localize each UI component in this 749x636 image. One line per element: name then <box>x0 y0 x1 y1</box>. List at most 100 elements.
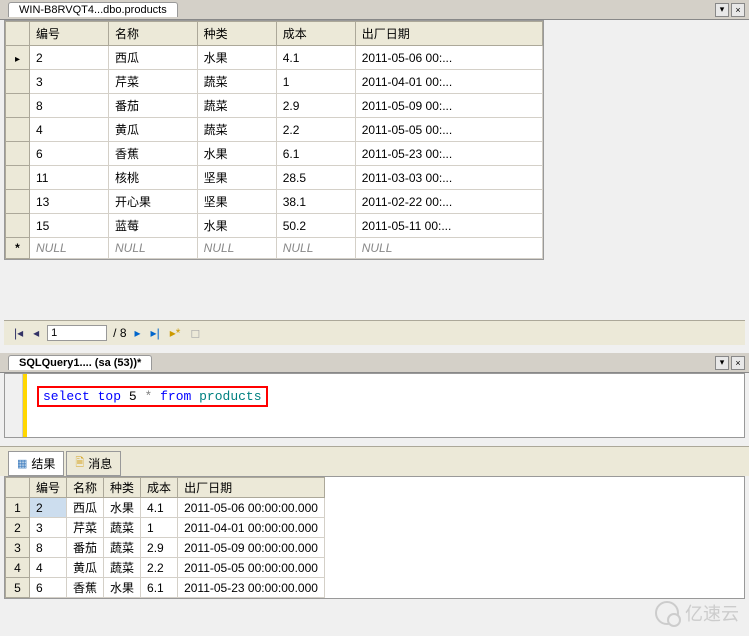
cell[interactable]: 水果 <box>104 498 141 518</box>
cell[interactable]: 28.5 <box>276 166 355 190</box>
table-row[interactable]: 56香蕉水果6.12011-05-23 00:00:00.000 <box>6 578 325 598</box>
cell[interactable]: 4 <box>30 118 109 142</box>
row-number[interactable]: 1 <box>6 498 30 518</box>
results-grid[interactable]: 编号 名称 种类 成本 出厂日期 12西瓜水果4.12011-05-06 00:… <box>4 476 745 599</box>
cell[interactable]: 2011-05-06 00:... <box>355 46 542 70</box>
new-row-selector[interactable] <box>6 238 30 259</box>
col-type[interactable]: 种类 <box>197 22 276 46</box>
sql-statement[interactable]: select top 5 * from products <box>37 386 268 407</box>
cell[interactable]: 6 <box>30 142 109 166</box>
cell[interactable]: 2011-05-05 00:... <box>355 118 542 142</box>
cell[interactable]: 2011-05-11 00:... <box>355 214 542 238</box>
rcol-date[interactable]: 出厂日期 <box>178 478 325 498</box>
nav-next-icon[interactable]: ▸ <box>133 326 143 340</box>
cell[interactable]: 开心果 <box>109 190 198 214</box>
table-row[interactable]: 13开心果坚果38.12011-02-22 00:... <box>6 190 543 214</box>
cell[interactable]: 蔬菜 <box>104 518 141 538</box>
cell[interactable]: 水果 <box>197 46 276 70</box>
cell[interactable]: 2 <box>30 46 109 70</box>
cell[interactable]: NULL <box>276 238 355 259</box>
table-row[interactable]: 44黄瓜蔬菜2.22011-05-05 00:00:00.000 <box>6 558 325 578</box>
cell[interactable]: 2011-05-23 00:... <box>355 142 542 166</box>
rcol-name[interactable]: 名称 <box>67 478 104 498</box>
nav-position-input[interactable] <box>47 325 107 341</box>
sql-editor[interactable]: select top 5 * from products <box>4 373 745 438</box>
cell[interactable]: 15 <box>30 214 109 238</box>
cell[interactable]: 2011-05-06 00:00:00.000 <box>178 498 325 518</box>
table-row[interactable]: 4黄瓜蔬菜2.22011-05-05 00:... <box>6 118 543 142</box>
cell[interactable]: 13 <box>30 190 109 214</box>
cell[interactable]: 香蕉 <box>109 142 198 166</box>
nav-new-icon[interactable]: ▸* <box>168 326 183 340</box>
col-name[interactable]: 名称 <box>109 22 198 46</box>
cell[interactable]: NULL <box>355 238 542 259</box>
nav-last-icon[interactable]: ▸| <box>149 326 162 340</box>
cell[interactable]: 2.9 <box>141 538 178 558</box>
cell[interactable]: 2011-04-01 00:... <box>355 70 542 94</box>
cell[interactable]: 1 <box>276 70 355 94</box>
rcol-cost[interactable]: 成本 <box>141 478 178 498</box>
cell[interactable]: 2.2 <box>141 558 178 578</box>
cell[interactable]: 番茄 <box>67 538 104 558</box>
cell[interactable]: 坚果 <box>197 166 276 190</box>
cell[interactable]: 西瓜 <box>67 498 104 518</box>
cell[interactable]: 蓝莓 <box>109 214 198 238</box>
cell[interactable]: NULL <box>197 238 276 259</box>
cell[interactable]: 3 <box>30 70 109 94</box>
cell[interactable]: 2.9 <box>276 94 355 118</box>
cell[interactable]: 芹菜 <box>109 70 198 94</box>
cell[interactable]: 番茄 <box>109 94 198 118</box>
table-row[interactable]: 11核桃坚果28.52011-03-03 00:... <box>6 166 543 190</box>
cell[interactable]: 芹菜 <box>67 518 104 538</box>
cell[interactable]: 8 <box>30 538 67 558</box>
rcol-type[interactable]: 种类 <box>104 478 141 498</box>
tab-messages[interactable]: 🗎 消息 <box>66 451 121 476</box>
row-number[interactable]: 5 <box>6 578 30 598</box>
cell[interactable]: 核桃 <box>109 166 198 190</box>
cell[interactable]: 6 <box>30 578 67 598</box>
cell[interactable]: 6.1 <box>141 578 178 598</box>
cell[interactable]: 2 <box>30 498 67 518</box>
cell[interactable]: 4.1 <box>141 498 178 518</box>
cell[interactable]: 蔬菜 <box>197 118 276 142</box>
sql-tab[interactable]: SQLQuery1.... (sa (53))* <box>8 355 152 370</box>
cell[interactable]: 蔬菜 <box>197 94 276 118</box>
tab-results[interactable]: ▦ 结果 <box>8 451 64 476</box>
cell[interactable]: 水果 <box>104 578 141 598</box>
cell[interactable]: 蔬菜 <box>104 538 141 558</box>
cell[interactable]: 6.1 <box>276 142 355 166</box>
row-selector[interactable] <box>6 118 30 142</box>
cell[interactable]: 2011-05-05 00:00:00.000 <box>178 558 325 578</box>
table-row[interactable]: 6香蕉水果6.12011-05-23 00:... <box>6 142 543 166</box>
row-number[interactable]: 3 <box>6 538 30 558</box>
row-selector[interactable] <box>6 94 30 118</box>
pin-icon[interactable]: ▾ <box>715 3 729 17</box>
cell[interactable]: 西瓜 <box>109 46 198 70</box>
nav-stop-icon[interactable]: ◻ <box>188 326 202 340</box>
cell[interactable]: 2011-04-01 00:00:00.000 <box>178 518 325 538</box>
cell[interactable]: 2.2 <box>276 118 355 142</box>
row-selector[interactable] <box>6 214 30 238</box>
cell[interactable]: 2011-03-03 00:... <box>355 166 542 190</box>
col-id[interactable]: 编号 <box>30 22 109 46</box>
cell[interactable]: 8 <box>30 94 109 118</box>
cell[interactable]: 坚果 <box>197 190 276 214</box>
close-icon[interactable]: × <box>731 356 745 370</box>
table-row[interactable]: 38番茄蔬菜2.92011-05-09 00:00:00.000 <box>6 538 325 558</box>
cell[interactable]: 2011-05-23 00:00:00.000 <box>178 578 325 598</box>
table-row[interactable]: 23芹菜蔬菜12011-04-01 00:00:00.000 <box>6 518 325 538</box>
cell[interactable]: 11 <box>30 166 109 190</box>
cell[interactable]: NULL <box>109 238 198 259</box>
data-grid[interactable]: 编号 名称 种类 成本 出厂日期 2西瓜水果4.12011-05-06 00:.… <box>4 20 544 260</box>
cell[interactable]: 黄瓜 <box>67 558 104 578</box>
close-icon[interactable]: × <box>731 3 745 17</box>
cell[interactable]: 水果 <box>197 214 276 238</box>
row-number[interactable]: 2 <box>6 518 30 538</box>
table-row[interactable]: 12西瓜水果4.12011-05-06 00:00:00.000 <box>6 498 325 518</box>
cell[interactable]: 蔬菜 <box>104 558 141 578</box>
rcol-id[interactable]: 编号 <box>30 478 67 498</box>
row-selector[interactable] <box>6 190 30 214</box>
table-row[interactable]: 15蓝莓水果50.22011-05-11 00:... <box>6 214 543 238</box>
cell[interactable]: 2011-02-22 00:... <box>355 190 542 214</box>
col-date[interactable]: 出厂日期 <box>355 22 542 46</box>
